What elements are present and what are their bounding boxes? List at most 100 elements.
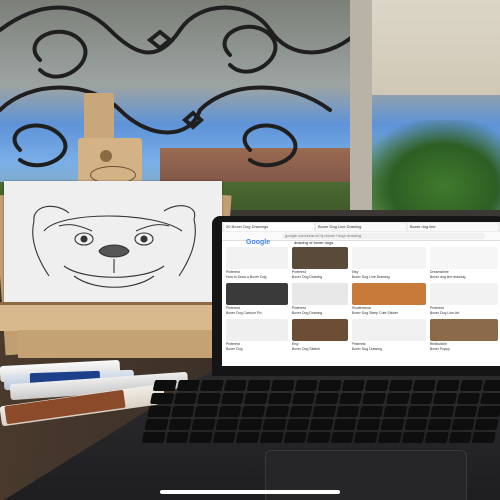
results-heading: drawing of boxer dogs xyxy=(294,240,334,245)
browser-tab[interactable]: Boxer dog line xyxy=(408,223,498,231)
keyboard-key xyxy=(294,380,319,391)
keyboard-key xyxy=(435,380,460,391)
keyboard-key xyxy=(451,419,476,430)
result-thumbnail[interactable] xyxy=(429,247,498,269)
result-caption[interactable]: Boxer Dog Drawing xyxy=(292,311,348,315)
result-source: Pinterest xyxy=(351,342,366,346)
keyboard-key xyxy=(406,406,431,417)
result-thumbnail[interactable] xyxy=(291,247,348,269)
image-result[interactable]: Pinterest How to Draw a Boxer Dog xyxy=(226,247,288,279)
laptop-screen: 50 Boxer Dog Drawings Boxer Dog Line Dra… xyxy=(222,222,500,366)
keyboard-key xyxy=(270,380,295,391)
keyboard-key xyxy=(167,419,192,430)
image-result[interactable]: Pinterest Boxer Dog Drawing xyxy=(291,247,348,279)
keyboard-key xyxy=(333,419,358,430)
keyboard-key xyxy=(427,419,452,430)
image-result[interactable]: Etsy Boxer Dog Sketch xyxy=(291,319,348,351)
easel-base xyxy=(18,330,218,358)
keyboard-key xyxy=(341,380,366,391)
result-caption[interactable]: Boxer Dog Cartoon Pic xyxy=(226,311,288,315)
keyboard-key xyxy=(212,432,237,443)
result-thumbnail[interactable] xyxy=(351,283,426,305)
result-thumbnail[interactable] xyxy=(351,247,426,269)
keyboard-key xyxy=(309,419,334,430)
result-source: Shutterstock xyxy=(351,306,372,310)
keyboard-key xyxy=(354,432,378,443)
image-result[interactable]: Shutterstock Boxer Dog Sleep Cute Sticker xyxy=(351,283,426,315)
keyboard-key xyxy=(338,393,363,404)
keyboard-key xyxy=(312,406,337,417)
keyboard-key xyxy=(409,393,434,404)
keyboard-key xyxy=(247,380,272,391)
keyboard-key xyxy=(149,393,174,404)
address-input[interactable]: google.com/search?q=boxer+dog+drawing xyxy=(282,233,485,239)
keyboard-key xyxy=(197,393,222,404)
keyboard-key xyxy=(147,406,172,417)
google-logo[interactable]: Google xyxy=(246,239,270,246)
result-thumbnail[interactable] xyxy=(226,319,288,341)
keyboard-key xyxy=(401,432,426,443)
result-source: Pinterest xyxy=(226,342,240,346)
result-source: Etsy xyxy=(351,270,359,274)
result-thumbnail[interactable] xyxy=(429,319,498,341)
image-result[interactable]: Etsy Boxer Dog Line Drawing xyxy=(351,247,426,279)
keyboard-key xyxy=(165,432,190,443)
home-indicator xyxy=(160,490,340,494)
result-source: Etsy xyxy=(291,342,299,346)
browser-tab-bar: 50 Boxer Dog Drawings Boxer Dog Line Dra… xyxy=(222,222,500,232)
keyboard-key xyxy=(152,380,177,391)
image-result[interactable]: Pinterest Boxer Dog xyxy=(226,319,288,351)
keyboard-key xyxy=(241,406,266,417)
keyboard-key xyxy=(456,393,481,404)
result-thumbnail[interactable] xyxy=(351,319,426,341)
keyboard-key xyxy=(480,393,500,404)
result-source: Pinterest xyxy=(226,306,240,310)
result-caption[interactable]: Boxer Dog Drawing xyxy=(292,275,348,279)
keyboard-key xyxy=(170,406,195,417)
keyboard-key xyxy=(474,419,499,430)
keyboard-key xyxy=(472,432,496,443)
keyboard-key xyxy=(356,419,381,430)
keyboard-key xyxy=(383,406,408,417)
result-caption[interactable]: How to Draw a Boxer Dog xyxy=(226,275,288,279)
boxer-dog-sketch xyxy=(32,205,196,288)
result-caption[interactable]: Boxer Dog Sketch xyxy=(292,347,348,351)
keyboard-key xyxy=(215,419,240,430)
keyboard-key xyxy=(315,393,340,404)
result-caption[interactable]: Boxer Dog Drawing xyxy=(352,347,426,351)
result-thumbnail[interactable] xyxy=(226,247,288,269)
image-result[interactable]: Pinterest Boxer Dog Cartoon Pic xyxy=(226,283,288,315)
keyboard-key xyxy=(359,406,384,417)
keyboard-key xyxy=(459,380,484,391)
keyboard-key xyxy=(176,380,201,391)
keyboard-key xyxy=(380,419,405,430)
result-caption[interactable]: Boxer dog line drawing xyxy=(430,275,498,279)
result-caption[interactable]: Boxer Dog Line Art xyxy=(430,311,498,315)
result-thumbnail[interactable] xyxy=(429,283,498,305)
keyboard-key xyxy=(265,406,290,417)
image-result[interactable]: Pinterest Boxer Dog Drawing xyxy=(291,283,348,315)
keyboard-key xyxy=(188,432,213,443)
result-caption[interactable]: Boxer Dog xyxy=(226,347,288,351)
keyboard-key xyxy=(236,432,260,443)
keyboard-key xyxy=(217,406,242,417)
result-thumbnail[interactable] xyxy=(291,283,348,305)
result-thumbnail[interactable] xyxy=(226,283,288,305)
keyboard-key xyxy=(477,406,500,417)
result-caption[interactable]: Boxer Puppy xyxy=(430,347,498,351)
image-result[interactable]: Dreamstime Boxer dog line drawing xyxy=(429,247,498,279)
result-caption[interactable]: Boxer Dog Line Drawing xyxy=(352,275,426,279)
result-thumbnail[interactable] xyxy=(291,319,348,341)
ceiling xyxy=(360,0,500,95)
result-caption[interactable]: Boxer Dog Sleep Cute Sticker xyxy=(352,311,426,315)
image-result[interactable]: Pinterest Boxer Dog Line Art xyxy=(429,283,498,315)
keyboard-key xyxy=(144,419,169,430)
window-frame xyxy=(350,0,372,215)
image-result[interactable]: Pinterest Boxer Dog Drawing xyxy=(351,319,426,351)
image-result[interactable]: Redbubble Boxer Puppy xyxy=(429,319,498,351)
result-source: Pinterest xyxy=(291,270,306,274)
keyboard-key xyxy=(244,393,269,404)
keyboard-key xyxy=(317,380,342,391)
browser-tab[interactable]: 50 Boxer Dog Drawings xyxy=(224,223,314,231)
browser-tab[interactable]: Boxer Dog Line Drawing xyxy=(316,223,406,231)
